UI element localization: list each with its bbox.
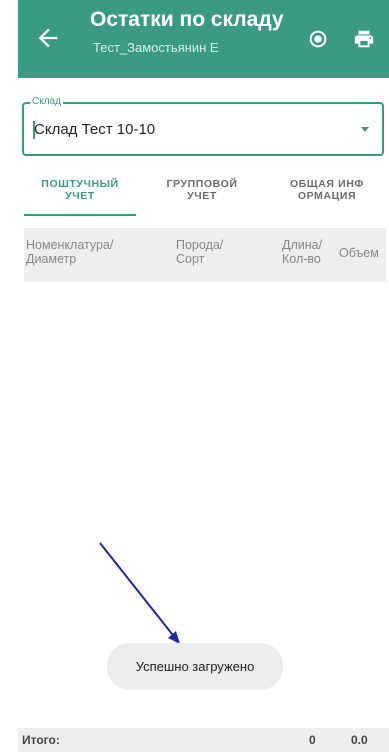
- printer-icon: [354, 30, 374, 48]
- back-button[interactable]: [34, 24, 62, 52]
- totals-volume: 0.0: [351, 733, 368, 747]
- page-title: Остатки по складу: [90, 8, 284, 31]
- location-button[interactable]: [307, 28, 329, 50]
- content-area: Склад Склад Тест 10-10 ПОШТУЧНЫЙ УЧЕТ ГР…: [18, 78, 389, 752]
- app-bar: Остатки по складу Тест_Замостьянин Е: [18, 0, 389, 78]
- toast-message: Успешно загружено: [107, 643, 283, 690]
- location-target-icon: [309, 30, 327, 48]
- totals-footer: Итого: 0 0.0: [18, 728, 389, 752]
- totals-label: Итого:: [22, 733, 60, 747]
- print-button[interactable]: [353, 28, 375, 50]
- totals-count: 0: [309, 733, 316, 747]
- user-subtitle: Тест_Замостьянин Е: [93, 40, 219, 55]
- arrow-left-icon: [38, 28, 58, 48]
